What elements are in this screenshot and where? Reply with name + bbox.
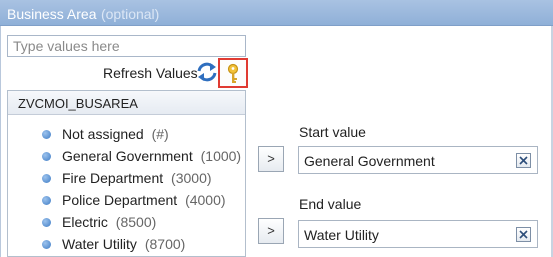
bullet-icon (42, 130, 51, 139)
item-code: (#) (151, 126, 169, 142)
item-label: Police Department (62, 192, 178, 208)
bullet-icon (42, 218, 51, 227)
end-value-label: End value (299, 196, 362, 212)
item-label: General Government (62, 148, 193, 164)
bullet-icon (42, 240, 51, 249)
optional-label: (optional) (100, 6, 160, 22)
item-code: (1000) (200, 148, 242, 164)
list-item[interactable]: General Government (1000) (8, 145, 245, 167)
prompt-title: Business Area (7, 6, 97, 22)
refresh-values-link[interactable]: Refresh Values (103, 65, 198, 81)
move-to-end-button[interactable]: > (258, 218, 284, 244)
list-item[interactable]: Police Department (4000) (8, 189, 245, 211)
list-item[interactable]: Water Utility (8700) (8, 233, 245, 255)
item-code: (4000) (185, 192, 226, 208)
search-input[interactable] (7, 35, 246, 57)
item-label: Not assigned (62, 126, 144, 142)
end-value-text: Water Utility (304, 227, 379, 243)
key-toggle-button[interactable] (218, 58, 248, 88)
values-list: ZVCMOI_BUSAREA Not assigned (#) General … (7, 90, 246, 257)
list-item[interactable]: Fire Department (3000) (8, 167, 245, 189)
item-label: Water Utility (62, 236, 137, 252)
clear-start-button[interactable] (516, 153, 531, 168)
close-icon (519, 156, 528, 165)
bullet-icon (42, 196, 51, 205)
start-value-label: Start value (299, 124, 366, 140)
start-value-field[interactable]: General Government (298, 146, 538, 174)
list-header: ZVCMOI_BUSAREA (8, 91, 245, 115)
start-value-text: General Government (304, 153, 435, 169)
list-item[interactable]: Electric (8500) (8, 211, 245, 233)
item-label: Electric (62, 214, 108, 230)
item-label: Fire Department (62, 170, 164, 186)
item-code: (8700) (144, 236, 186, 252)
clear-end-button[interactable] (516, 227, 531, 242)
close-icon (519, 230, 528, 239)
bullet-icon (42, 174, 51, 183)
item-code: (8500) (115, 214, 157, 230)
move-to-start-button[interactable]: > (258, 146, 284, 172)
prompt-header: Business Area (optional) (0, 0, 553, 26)
end-value-field[interactable]: Water Utility (298, 220, 538, 248)
item-code: (3000) (171, 170, 212, 186)
bullet-icon (42, 152, 51, 161)
list-item[interactable]: Not assigned (#) (8, 123, 245, 145)
key-icon (227, 63, 239, 83)
refresh-icon[interactable] (195, 61, 219, 83)
